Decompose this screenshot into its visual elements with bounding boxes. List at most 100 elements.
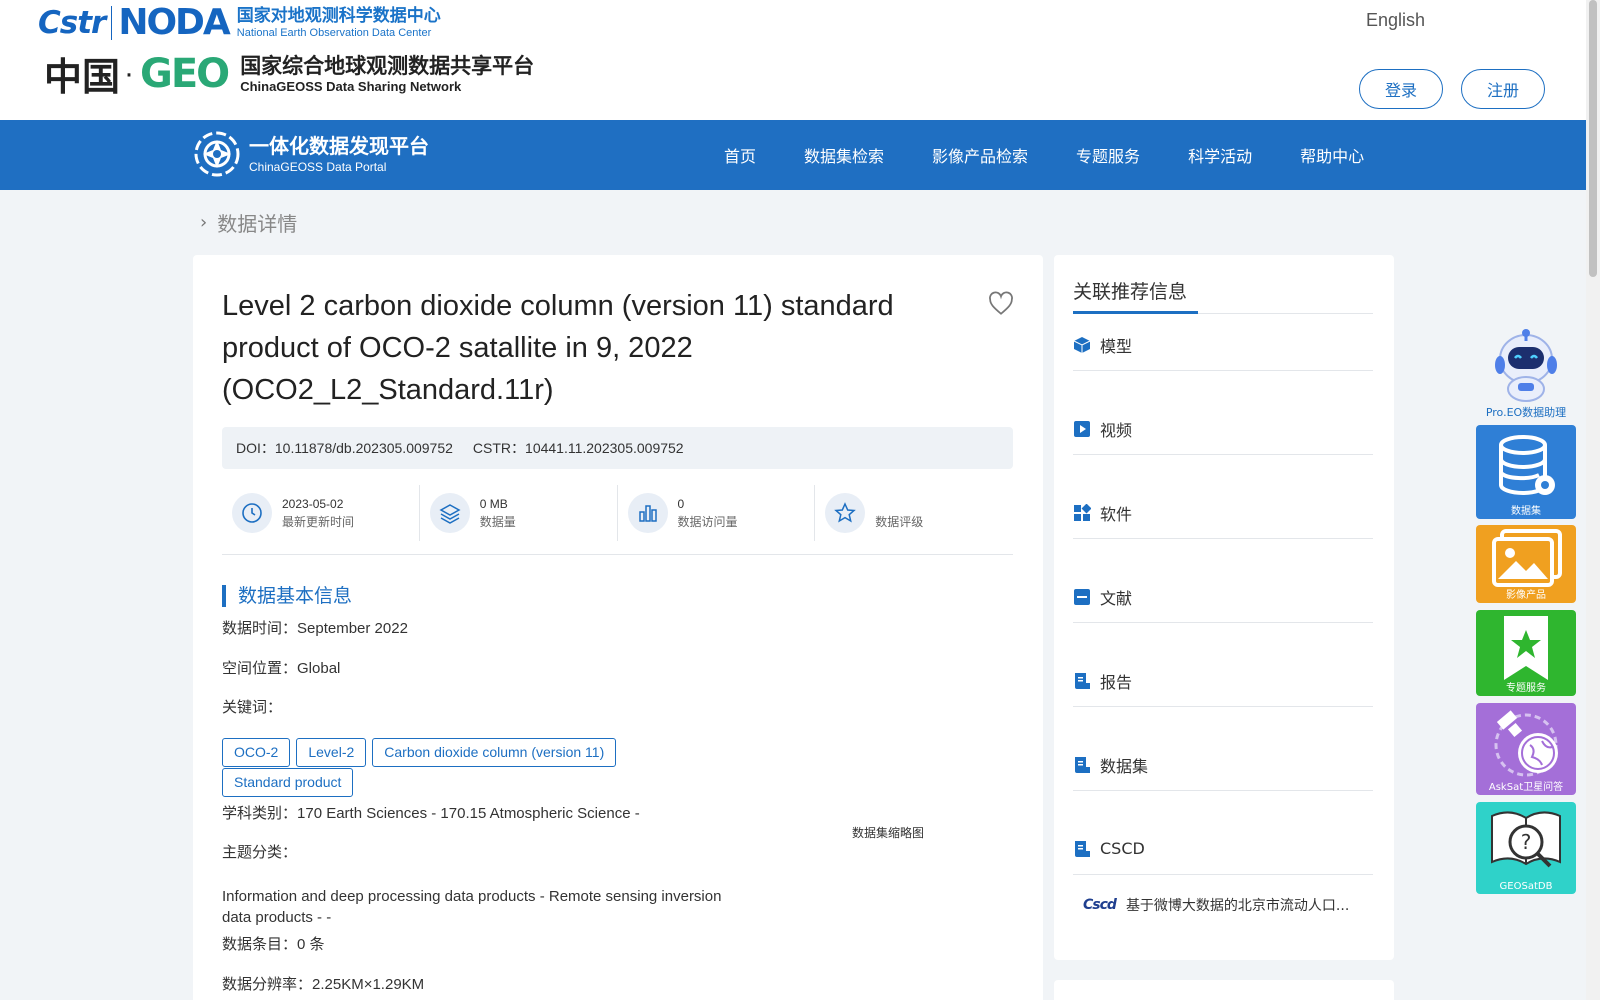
satellite-globe-icon xyxy=(1494,710,1558,777)
china-logo: 中国 xyxy=(44,54,121,99)
nav-item-home[interactable]: 首页 xyxy=(724,143,756,167)
nav-menu: 首页 数据集检索 影像产品检索 专题服务 科学活动 帮助中心 xyxy=(700,120,1388,190)
info-keywords: 关键词： xyxy=(222,696,282,717)
related-item-models[interactable]: 模型 xyxy=(1073,319,1373,371)
logo-divider xyxy=(111,5,113,40)
dataset-detail-card: Level 2 carbon dioxide column (version 1… xyxy=(193,255,1043,1000)
divider xyxy=(222,554,1013,555)
tile-datasets[interactable]: 数据集 xyxy=(1476,425,1576,519)
page-scrollbar[interactable] xyxy=(1586,0,1600,1000)
stat-value: 2023-05-02 xyxy=(282,497,344,511)
stat-updated: 2023-05-02 最新更新时间 xyxy=(222,485,420,541)
apps-icon xyxy=(1074,503,1091,521)
info-label: 数据分辨率： xyxy=(222,975,313,993)
cstr-text[interactable]: CSTR：10441.11.202305.009752 xyxy=(473,438,684,458)
stat-rating: 数据评级 xyxy=(815,485,1013,541)
keyword-list: OCO-2 Level-2 Carbon dioxide column (versi… xyxy=(222,738,702,798)
related-item-videos[interactable]: 视频 xyxy=(1073,403,1373,455)
bar-chart-icon xyxy=(627,493,668,533)
logo-dot: · xyxy=(124,56,135,90)
main-navbar: 一体化数据发现平台 ChinaGEOSS Data Portal 首页 数据集检… xyxy=(0,120,1586,190)
report-icon xyxy=(1075,840,1090,857)
assistant-label[interactable]: Pro.EO数据助理 xyxy=(1476,404,1576,420)
stat-value xyxy=(875,495,923,513)
cstr-logo: Cstr xyxy=(38,4,106,41)
stat-value: 0 MB xyxy=(479,497,508,511)
play-icon xyxy=(1074,420,1090,437)
related-item-reports[interactable]: 报告 xyxy=(1073,655,1373,707)
stat-label: 数据评级 xyxy=(875,515,924,529)
info-label: 关键词： xyxy=(222,698,283,716)
report-icon xyxy=(1075,756,1090,773)
register-button[interactable]: 注册 xyxy=(1461,69,1545,109)
nav-item-topic-services[interactable]: 专题服务 xyxy=(1076,143,1140,167)
login-button[interactable]: 登录 xyxy=(1359,69,1443,109)
cscd-entry[interactable]: Cscd 基于微博大数据的北京市流动人口... xyxy=(1083,895,1349,915)
breadcrumb-current: 数据详情 xyxy=(217,212,298,236)
info-discipline: 学科类别：170 Earth Sciences - 170.15 Atmosph… xyxy=(222,802,640,823)
info-theme-value: Information and deep processing data pro… xyxy=(222,888,722,926)
keyword-tag[interactable]: Level-2 xyxy=(296,738,367,767)
nav-item-help-center[interactable]: 帮助中心 xyxy=(1300,143,1364,167)
tile-asksat[interactable]: AskSat卫星问答 xyxy=(1476,703,1576,795)
related-item-label: 报告 xyxy=(1100,672,1133,692)
chevron-right-icon: › xyxy=(200,212,208,233)
panel-heading: 关联推荐信息 xyxy=(1073,281,1188,303)
scrollbar-thumb[interactable] xyxy=(1589,0,1597,277)
tile-geosatdb[interactable]: ? GEOSatDB xyxy=(1476,802,1576,894)
stat-label: 数据量 xyxy=(479,515,516,529)
tile-image-products[interactable]: 影像产品 xyxy=(1476,525,1576,603)
bookmark-star-icon xyxy=(1504,616,1548,680)
stat-label: 最新更新时间 xyxy=(282,515,355,529)
related-item-label: 数据集 xyxy=(1100,756,1149,776)
info-label: 数据时间： xyxy=(222,619,298,637)
section-title-basic-info: 数据基本信息 xyxy=(222,585,352,607)
info-label: 数据条目： xyxy=(222,935,298,953)
related-item-label: 软件 xyxy=(1100,504,1133,524)
noda-name-en: National Earth Observation Data Center xyxy=(236,26,432,39)
tile-topic-services[interactable]: 专题服务 xyxy=(1476,610,1576,696)
related-item-datasets[interactable]: 数据集 xyxy=(1073,739,1373,791)
robot-assistant-icon[interactable] xyxy=(1486,325,1566,403)
info-value: Global xyxy=(297,660,341,677)
nav-item-science-activities[interactable]: 科学活动 xyxy=(1188,143,1252,167)
dataset-stats: 2023-05-02 最新更新时间 0 MB 数据量 0 数据访问量 数据评级 xyxy=(222,485,1013,541)
info-theme: 主题分类： xyxy=(222,841,297,862)
portal-name-cn: 一体化数据发现平台 xyxy=(249,134,429,158)
related-item-label: CSCD xyxy=(1100,839,1145,858)
identifier-box: DOI：10.11878/db.202305.009752 CSTR：10441… xyxy=(222,427,1013,469)
keyword-tag[interactable]: OCO-2 xyxy=(222,738,291,767)
related-item-software[interactable]: 软件 xyxy=(1073,487,1373,539)
nav-item-dataset-search[interactable]: 数据集检索 xyxy=(804,143,884,167)
stat-value: 0 xyxy=(677,497,685,511)
related-item-cscd[interactable]: CSCD xyxy=(1073,823,1373,875)
language-switch-link[interactable]: English xyxy=(1366,10,1425,31)
doi-text[interactable]: DOI：10.11878/db.202305.009752 xyxy=(236,438,453,458)
cscd-logo: Cscd xyxy=(1083,897,1117,913)
heart-icon[interactable] xyxy=(988,291,1014,317)
info-value: 2.25KM×1.29KM xyxy=(312,976,425,993)
geoss-name-en: ChinaGEOSS Data Sharing Network xyxy=(240,78,462,94)
keyword-tag[interactable]: Standard product xyxy=(222,768,354,797)
question-mark: ? xyxy=(1521,830,1532,854)
info-entries: 数据条目：0 条 xyxy=(222,933,325,954)
info-label: 空间位置： xyxy=(222,659,298,677)
nav-item-image-search[interactable]: 影像产品检索 xyxy=(932,143,1028,167)
keyword-tag[interactable]: Carbon dioxide column (version 11) xyxy=(372,738,617,767)
noda-name-cn: 国家对地观测科学数据中心 xyxy=(236,5,441,26)
portal-logo[interactable]: 一体化数据发现平台 ChinaGEOSS Data Portal xyxy=(193,130,429,178)
star-icon xyxy=(825,493,866,533)
info-space: 空间位置：Global xyxy=(222,657,340,678)
info-resolution: 数据分辨率：2.25KM×1.29KM xyxy=(222,973,424,994)
geoss-name-cn: 国家综合地球观测数据共享平台 xyxy=(240,53,535,78)
tile-label: GEOSatDB xyxy=(1499,881,1553,892)
document-icon xyxy=(1074,588,1090,605)
top-header: Cstr NODA 国家对地观测科学数据中心 National Earth Ob… xyxy=(0,0,1586,120)
secondary-panel xyxy=(1054,980,1394,1000)
related-item-label: 文献 xyxy=(1100,588,1133,608)
database-gear-icon xyxy=(1499,435,1555,495)
heading-active-bar xyxy=(1073,311,1198,314)
related-item-literature[interactable]: 文献 xyxy=(1073,571,1373,623)
clock-icon xyxy=(232,493,272,533)
info-label: 主题分类： xyxy=(222,843,298,861)
